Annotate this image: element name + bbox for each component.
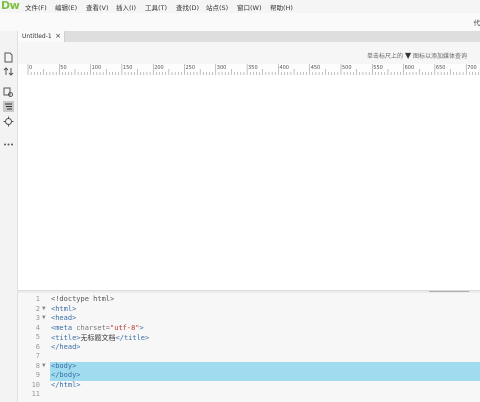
fold-toggle-icon[interactable]: ▼ (42, 362, 46, 369)
ruler-tick-label: 0 (29, 65, 33, 71)
ruler-tick-label: 50 (60, 65, 67, 71)
code-text[interactable]: </body> (51, 371, 81, 379)
ruler-tick-label: 250 (185, 65, 196, 71)
line-number: 6 (35, 342, 40, 351)
code-text[interactable]: <!doctype html> (51, 295, 114, 303)
ruler-tick-label: 150 (122, 65, 133, 71)
menu-view[interactable]: 查看(V) (86, 2, 109, 12)
code-line[interactable]: 10 </html> (18, 381, 480, 391)
hint-text-before: 单击标尺上的 (367, 53, 404, 60)
media-query-bar: 单击标尺上的 ▼ 图标以添加媒体查询 (18, 42, 480, 64)
code-text[interactable]: <html> (51, 305, 76, 313)
splitter-grip[interactable] (429, 291, 469, 292)
line-number: 11 (31, 390, 40, 398)
menu-site[interactable]: 站点(S) (206, 2, 228, 12)
code-line[interactable]: 7 (18, 352, 480, 362)
ruler-tick-label: 400 (279, 65, 289, 71)
hint-text-after: 图标以添加媒体查询 (413, 53, 468, 60)
file-icon[interactable] (3, 52, 14, 63)
code-line[interactable]: 3 ▼ <head> (18, 314, 480, 324)
line-number: 7 (35, 352, 40, 360)
code-text[interactable]: <head> (51, 314, 76, 322)
tab-untitled-1[interactable]: Untitled-1 × (18, 31, 65, 42)
ruler-tick-label: 500 (342, 65, 352, 71)
close-icon[interactable]: × (55, 32, 61, 40)
selection-highlight (50, 361, 480, 371)
menu-edit[interactable]: 编辑(E) (55, 2, 77, 12)
code-line[interactable]: 5 <title>无标题文档</title> (18, 333, 480, 343)
media-query-hint: 单击标尺上的 ▼ 图标以添加媒体查询 (367, 51, 467, 60)
fold-toggle-icon[interactable]: ▼ (42, 314, 46, 321)
line-number: 5 (35, 333, 40, 341)
target-icon[interactable] (3, 116, 14, 127)
code-view-button[interactable]: 代 (474, 17, 480, 27)
code-line[interactable]: 1 <!doctype html> (18, 295, 480, 305)
line-number: 2 (35, 304, 40, 313)
code-view[interactable]: 1 <!doctype html> 2 ▼ <html> 3 ▼ <head> 4 <meta c… (18, 293, 480, 402)
tab-title: Untitled-1 (22, 33, 52, 40)
code-text[interactable]: <title>无标题文档</title> (51, 333, 149, 343)
line-number: 9 (35, 371, 40, 379)
design-view[interactable] (18, 75, 480, 290)
ruler-tick-label: 550 (373, 65, 383, 71)
menu-insert[interactable]: 插入(I) (116, 2, 136, 12)
menu-bar: Dw 文件(F) 编辑(E) 查看(V) 插入(I) 工具(T) 查找(D) 站… (0, 0, 480, 13)
ruler-tick-label: 300 (216, 65, 227, 71)
menu-file[interactable]: 文件(F) (25, 2, 47, 12)
ruler-tick-label: 100 (91, 65, 102, 71)
menu-help[interactable]: 帮助(H) (270, 2, 293, 12)
code-line[interactable]: 4 <meta charset="utf-8"> (18, 324, 480, 334)
line-number: 1 (35, 295, 40, 303)
code-line[interactable]: 8 ▼ <body> (18, 361, 480, 371)
code-text[interactable]: <meta charset="utf-8"> (51, 324, 144, 332)
code-text[interactable]: </html> (51, 381, 81, 389)
add-media-query-icon[interactable]: ▼ (405, 51, 411, 60)
ruler-tick-label: 450 (310, 65, 321, 71)
sort-icon[interactable] (3, 66, 14, 77)
code-line[interactable]: 9 </body> (18, 371, 480, 381)
fold-toggle-icon[interactable]: ▼ (42, 305, 46, 312)
menu-window[interactable]: 窗口(W) (237, 2, 262, 12)
line-number: 3 (35, 314, 40, 322)
code-text[interactable]: </head> (51, 343, 81, 351)
app-logo: Dw (1, 0, 20, 12)
ruler-tick-label: 200 (154, 65, 164, 71)
code-text[interactable]: <body> (51, 362, 76, 370)
ruler-tick-label: 350 (248, 65, 258, 71)
inspect-icon[interactable] (3, 87, 14, 98)
menu-find[interactable]: 查找(D) (176, 2, 199, 12)
selection-highlight (50, 371, 480, 381)
ruler-tick-label: 600 (404, 65, 415, 71)
dom-panel-icon[interactable] (3, 101, 14, 112)
ruler-tick-label: 650 (435, 65, 446, 71)
left-tool-strip (0, 31, 18, 402)
document-toolbar: 代 (0, 13, 480, 32)
line-number: 4 (35, 323, 40, 332)
line-number: 8 (35, 361, 40, 370)
ruler-tick-label: 700 (467, 65, 477, 71)
menu-tools[interactable]: 工具(T) (145, 2, 167, 12)
document-tabstrip: Untitled-1 × (18, 31, 480, 42)
line-number: 10 (31, 380, 40, 389)
code-line[interactable]: 2 ▼ <html> (18, 305, 480, 315)
more-icon[interactable] (3, 139, 14, 150)
code-line[interactable]: 6 </head> (18, 343, 480, 353)
code-line[interactable]: 11 (18, 390, 480, 400)
